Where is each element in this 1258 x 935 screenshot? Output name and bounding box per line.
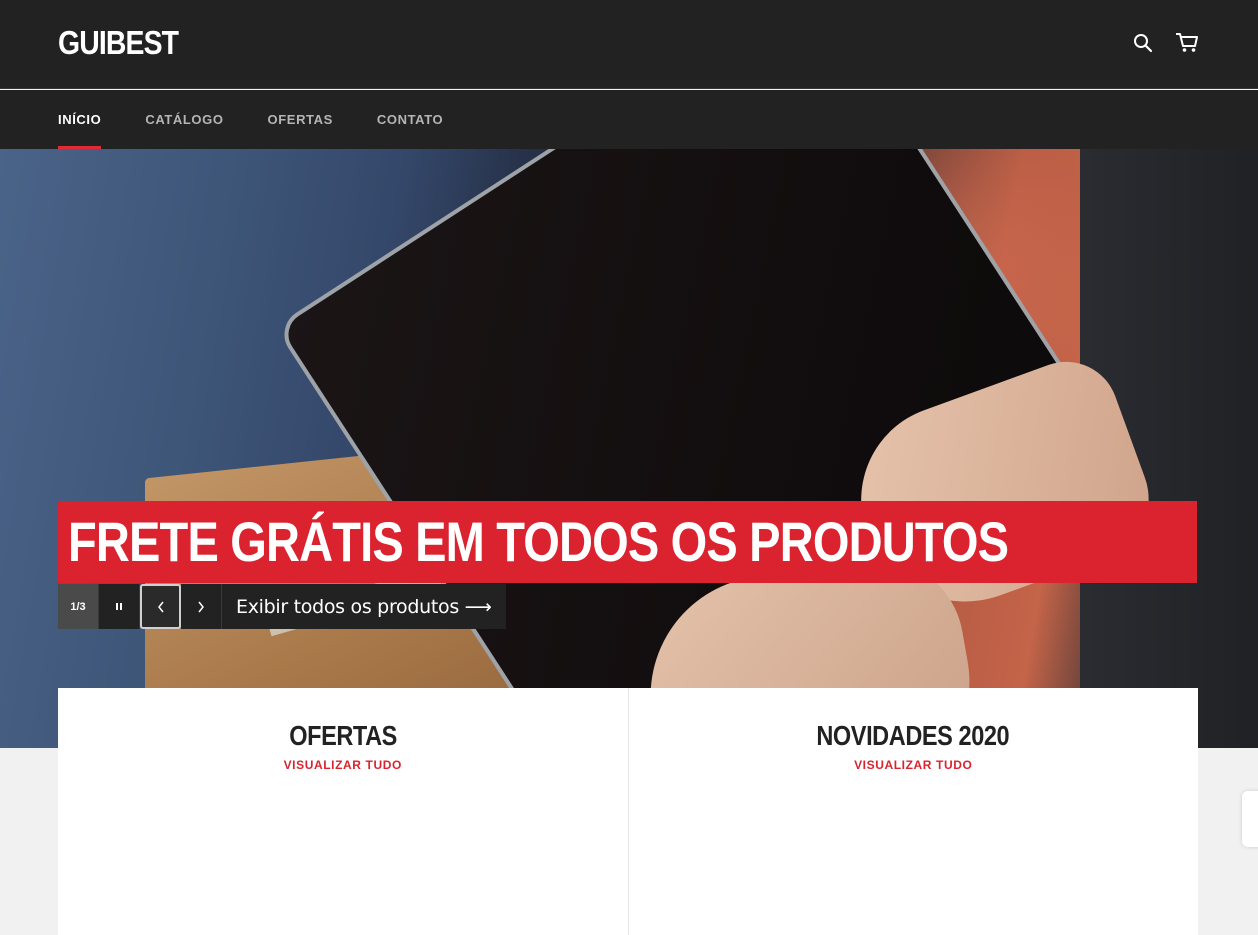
collection-title: NOVIDADES 2020 [816,720,1010,751]
nav-list: INÍCIO CATÁLOGO OFERTAS CONTATO [58,90,487,149]
side-widget-tab[interactable] [1242,791,1258,847]
nav-item-ofertas[interactable]: OFERTAS [268,90,333,149]
pause-icon [116,603,122,610]
slider-controls: 1/3 Exibir todos os produtos ⟶ [58,584,506,629]
cart-icon[interactable] [1174,30,1200,56]
header-icons [1130,30,1200,56]
nav-item-inicio[interactable]: INÍCIO [58,90,102,149]
next-slide-button[interactable] [181,584,222,629]
collection-novidades: NOVIDADES 2020 VISUALIZAR TUDO [629,688,1199,935]
nav-item-contato[interactable]: CONTATO [377,90,443,149]
featured-collections: OFERTAS VISUALIZAR TUDO NOVIDADES 2020 V… [58,688,1198,935]
nav-item-catalogo[interactable]: CATÁLOGO [145,90,223,149]
main-nav: INÍCIO CATÁLOGO OFERTAS CONTATO [0,90,1258,149]
chevron-right-icon [198,601,204,612]
hero-title-text: FRETE GRÁTIS EM TODOS OS PRODUTOS [68,510,1009,573]
view-all-products-button[interactable]: Exibir todos os produtos ⟶ [222,584,506,629]
view-all-link[interactable]: VISUALIZAR TUDO [629,758,1199,772]
pause-button[interactable] [99,584,140,629]
prev-slide-button[interactable] [140,584,181,629]
site-header: GUIBEST [0,0,1258,89]
view-all-link[interactable]: VISUALIZAR TUDO [58,758,628,772]
collection-title: OFERTAS [288,720,397,751]
chevron-left-icon [157,601,164,612]
site-logo[interactable]: GUIBEST [58,24,179,62]
hero-title: FRETE GRÁTIS EM TODOS OS PRODUTOS [58,501,1198,583]
hero-slideshow [0,149,1258,748]
search-icon[interactable] [1130,30,1156,56]
slide-counter: 1/3 [58,584,99,629]
collection-ofertas: OFERTAS VISUALIZAR TUDO [58,688,629,935]
